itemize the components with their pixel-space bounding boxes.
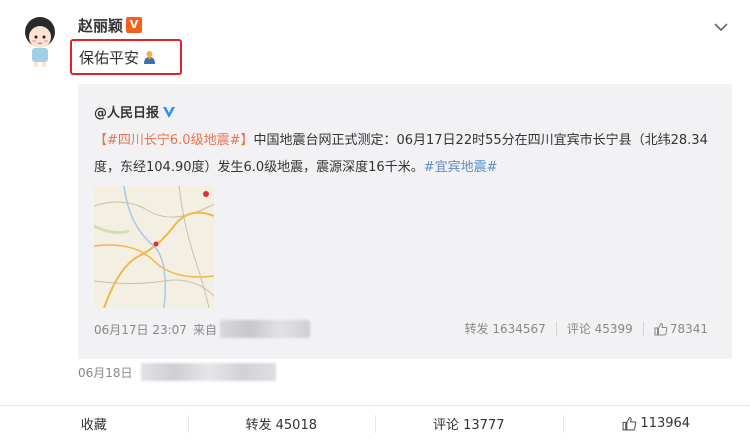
map-thumbnail[interactable] bbox=[94, 186, 214, 308]
thumbs-up-icon bbox=[654, 322, 668, 335]
blue-v-icon bbox=[163, 106, 176, 118]
praying-icon bbox=[144, 50, 156, 64]
repost-source-prefix: 来自 bbox=[192, 322, 217, 337]
chevron-down-icon[interactable] bbox=[714, 20, 728, 34]
like-button[interactable]: 113964 bbox=[562, 406, 750, 440]
favorite-button[interactable]: 收藏 bbox=[0, 406, 188, 440]
favorite-label: 收藏 bbox=[80, 417, 107, 433]
repost-source-blurred bbox=[219, 320, 310, 338]
repost-comments[interactable]: 评论 45399 bbox=[567, 320, 633, 337]
stat-divider bbox=[555, 321, 557, 336]
hashtag-sichuan-earthquake[interactable]: 【#四川长宁6.0级地震#】 bbox=[94, 133, 253, 148]
repost-time[interactable]: 06月17日 23:07 bbox=[94, 321, 187, 338]
thumbs-up-icon bbox=[622, 416, 637, 430]
post-time[interactable]: 06月18日 bbox=[78, 364, 133, 381]
repost-text: 【#四川长宁6.0级地震#】中国地震台网正式测定：06月17日22时55分在四川… bbox=[94, 127, 719, 181]
avatar[interactable] bbox=[20, 16, 60, 68]
post-source-blurred bbox=[140, 363, 276, 381]
repost-likes-count: 78341 bbox=[669, 321, 708, 336]
repost-likes[interactable]: 78341 bbox=[654, 322, 708, 336]
author-name[interactable]: 赵丽颖 bbox=[78, 15, 123, 36]
post-text: 保佑平安 bbox=[70, 39, 182, 75]
repost-author-name[interactable]: @人民日报 bbox=[94, 102, 159, 121]
action-bar: 收藏 转发 45018 评论 13777 113964 bbox=[0, 405, 750, 440]
repost-label: 转发 45018 bbox=[245, 417, 318, 433]
like-count: 113964 bbox=[640, 415, 691, 431]
comment-button[interactable]: 评论 13777 bbox=[375, 406, 563, 440]
stat-divider bbox=[642, 321, 644, 336]
comment-label: 评论 13777 bbox=[433, 417, 505, 433]
repost-card[interactable]: @人民日报 【#四川长宁6.0级地震#】中国地震台网正式测定：06月17日22时… bbox=[78, 84, 732, 359]
verified-badge-icon[interactable]: V bbox=[126, 17, 143, 33]
repost-reposts[interactable]: 转发 1634567 bbox=[465, 320, 546, 337]
repost-button[interactable]: 转发 45018 bbox=[187, 406, 376, 440]
hashtag-yibin-earthquake[interactable]: #宜宾地震# bbox=[424, 160, 498, 175]
post-text-content: 保佑平安 bbox=[79, 48, 140, 67]
